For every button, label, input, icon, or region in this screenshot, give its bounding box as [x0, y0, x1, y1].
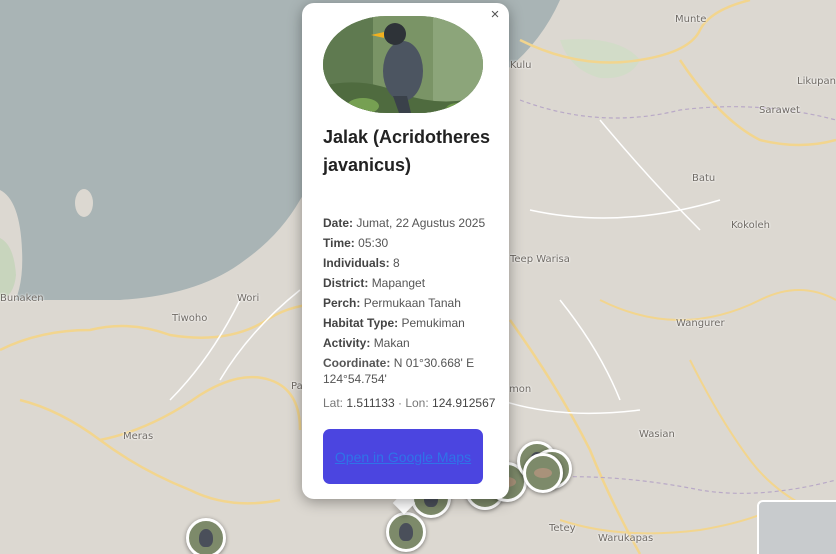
- detail-row: District: Mapanget: [323, 273, 501, 293]
- latlon-row: Lat: 1.511133 · Lon: 124.912567: [323, 395, 501, 411]
- bird-photo: [323, 16, 483, 113]
- lon-value: 124.912567: [432, 396, 496, 410]
- detail-label: District:: [323, 276, 369, 290]
- detail-value: 05:30: [358, 236, 389, 250]
- place-label: Likupan: [797, 76, 836, 87]
- detail-label: Habitat Type:: [323, 316, 399, 330]
- place-label: Wori: [237, 293, 260, 304]
- detail-row: Time: 05:30: [323, 233, 501, 253]
- detail-label: Coordinate:: [323, 356, 391, 370]
- place-label: Warukapas: [598, 533, 654, 544]
- detail-label: Individuals:: [323, 256, 390, 270]
- sighting-details: Date: Jumat, 22 Agustus 2025 Time: 05:30…: [323, 213, 501, 411]
- detail-value: Makan: [373, 336, 410, 350]
- bird-marker[interactable]: [186, 518, 226, 554]
- place-label: Wasian: [639, 429, 675, 440]
- detail-value: 8: [393, 256, 400, 270]
- place-label: Kulu: [510, 60, 532, 71]
- detail-label: Perch:: [323, 296, 361, 310]
- separator: ·: [397, 396, 402, 410]
- map-control-box[interactable]: [757, 500, 836, 554]
- coordinate-row: Coordinate: N 01°30.668' E 124°54.754': [323, 355, 501, 387]
- place-label: Sarawet: [759, 105, 800, 116]
- place-label: Tetey: [549, 523, 576, 534]
- place-label: Batu: [692, 173, 716, 184]
- species-name: Jalak (Acridotheres javanicus): [323, 127, 491, 175]
- detail-value: Permukaan Tanah: [363, 296, 461, 310]
- close-icon[interactable]: ×: [487, 7, 503, 23]
- place-label: Pa: [291, 381, 303, 392]
- lon-label: Lon:: [405, 396, 429, 410]
- place-label: Meras: [123, 431, 154, 442]
- bird-marker[interactable]: [523, 453, 563, 493]
- detail-label: Activity:: [323, 336, 371, 350]
- bird-marker[interactable]: [386, 512, 426, 552]
- detail-value: Mapanget: [371, 276, 426, 290]
- detail-value: Pemukiman: [401, 316, 465, 330]
- detail-row: Date: Jumat, 22 Agustus 2025: [323, 213, 501, 233]
- detail-label: Time:: [323, 236, 355, 250]
- place-label: mon: [509, 384, 532, 395]
- place-label: Wangurer: [676, 318, 725, 329]
- detail-label: Date:: [323, 216, 354, 230]
- open-google-maps-button[interactable]: Open in Google Maps: [323, 429, 483, 484]
- sighting-popup: × Jalak (Acridotheres javanicus) Date: J…: [302, 3, 509, 499]
- detail-row: Perch: Permukaan Tanah: [323, 293, 501, 313]
- place-label: Tiwoho: [172, 313, 208, 324]
- detail-row: Activity: Makan: [323, 333, 501, 353]
- detail-value: Jumat, 22 Agustus 2025: [356, 216, 486, 230]
- detail-row: Habitat Type: Pemukiman: [323, 313, 501, 333]
- place-label: Bunaken: [0, 293, 44, 304]
- place-label: Teep Warisa: [510, 254, 570, 265]
- place-label: Munte: [675, 14, 707, 25]
- lat-label: Lat:: [323, 396, 344, 410]
- open-google-maps-link[interactable]: Open in Google Maps: [335, 448, 471, 466]
- place-label: Kokoleh: [731, 220, 770, 231]
- detail-row: Individuals: 8: [323, 253, 501, 273]
- lat-value: 1.511133: [346, 396, 395, 410]
